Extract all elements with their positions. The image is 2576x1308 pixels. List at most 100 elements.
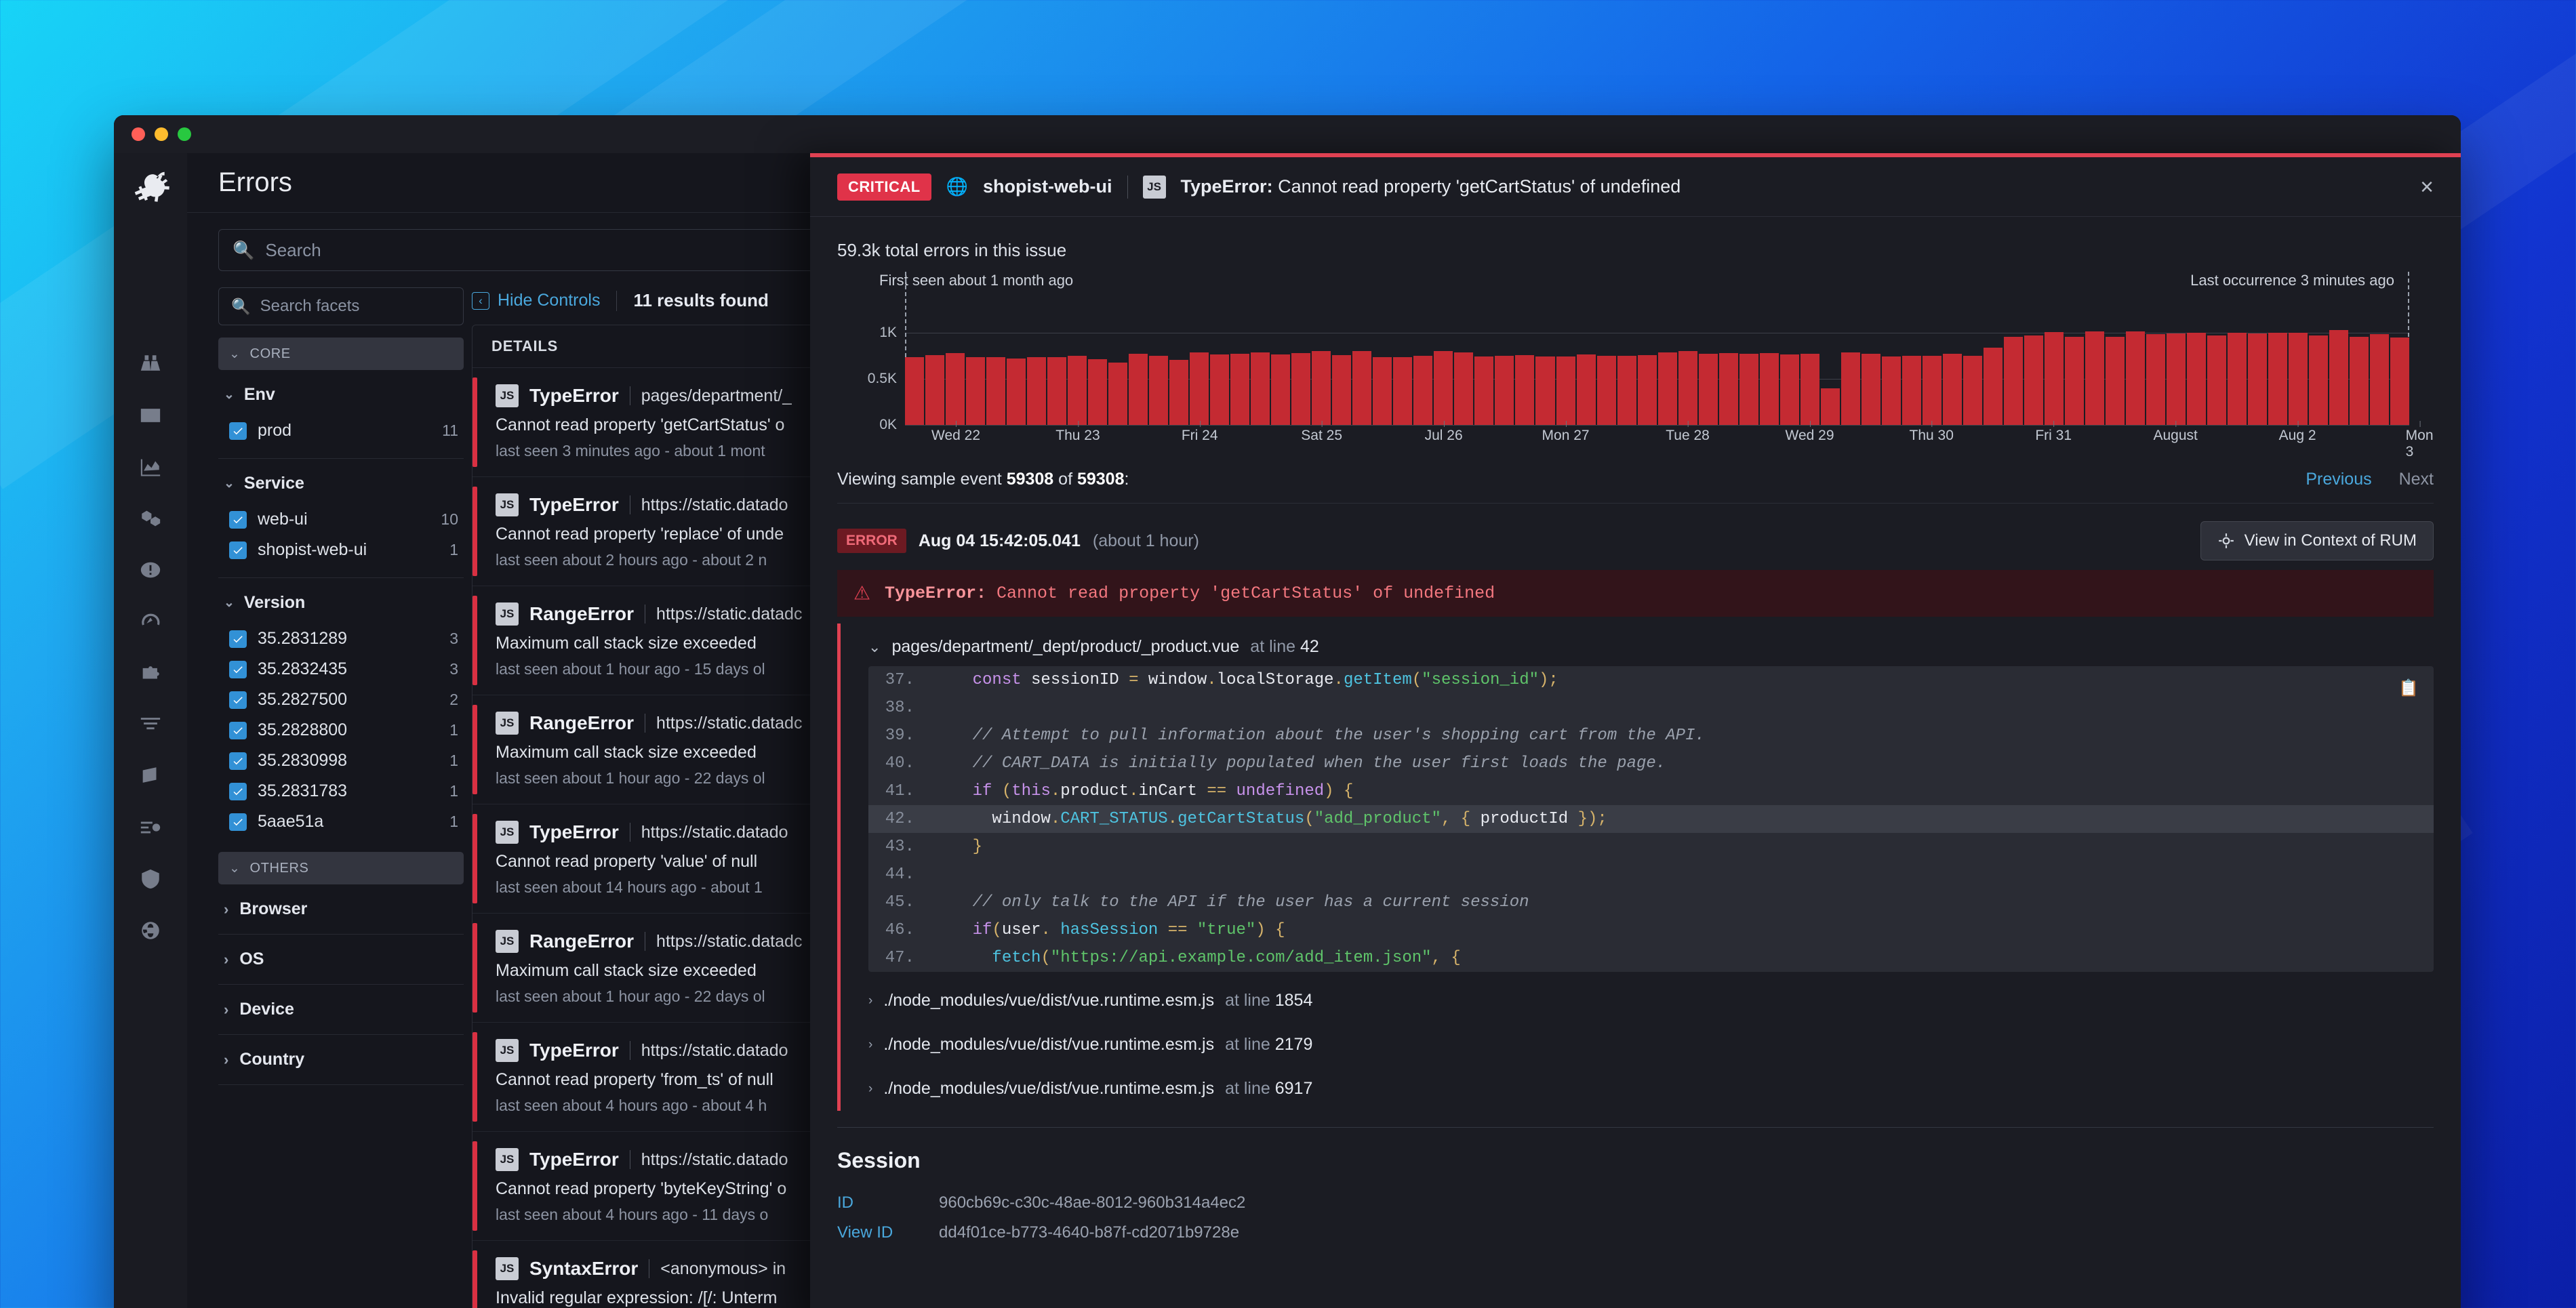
copy-icon[interactable]: 📋 xyxy=(2398,678,2419,699)
chart-bar[interactable] xyxy=(905,357,925,425)
facet-row[interactable]: web-ui 10 xyxy=(224,504,458,535)
facet-group-core[interactable]: ⌄ CORE xyxy=(218,338,464,370)
shield-icon[interactable] xyxy=(131,859,170,899)
chart-bar[interactable] xyxy=(2024,335,2043,425)
hide-controls-button[interactable]: ‹ Hide Controls xyxy=(472,291,600,310)
checkbox-icon[interactable] xyxy=(229,541,247,559)
chart-bar[interactable] xyxy=(1291,353,1311,425)
chart-bar[interactable] xyxy=(2289,333,2308,425)
list-icon[interactable] xyxy=(131,396,170,435)
chart-bar[interactable] xyxy=(1861,353,1880,425)
chart-bar[interactable] xyxy=(1779,354,1799,425)
chart-bar[interactable] xyxy=(1108,362,1128,425)
facet-title[interactable]: ⌄ Env xyxy=(224,385,458,405)
chart-bar[interactable] xyxy=(1373,356,1392,425)
session-key[interactable]: View ID xyxy=(837,1223,939,1242)
chart-bar[interactable] xyxy=(1088,359,1108,425)
chart-bar[interactable] xyxy=(1881,356,1901,425)
chart-bar[interactable] xyxy=(1576,354,1596,425)
checkbox-icon[interactable] xyxy=(229,422,247,440)
area-chart-icon[interactable] xyxy=(131,447,170,487)
chart-bar[interactable] xyxy=(1637,354,1657,425)
binoculars-icon[interactable] xyxy=(131,344,170,384)
stack-frame[interactable]: › ./node_modules/vue/dist/vue.runtime.es… xyxy=(851,1067,2434,1111)
globe-net-icon[interactable] xyxy=(131,911,170,950)
chart-bar[interactable] xyxy=(2064,336,2084,425)
chart-bar[interactable] xyxy=(1556,356,1575,425)
window-zoom-button[interactable] xyxy=(178,127,191,141)
stack-frame[interactable]: › ./node_modules/vue/dist/vue.runtime.es… xyxy=(851,979,2434,1023)
facet-row[interactable]: 35.2831289 3 xyxy=(224,624,458,654)
chart-bar[interactable] xyxy=(1332,354,1352,425)
facet-row[interactable]: shopist-web-ui 1 xyxy=(224,535,458,565)
chart-bar[interactable] xyxy=(1169,360,1189,425)
facet-group-others[interactable]: ⌄ OTHERS xyxy=(218,852,464,884)
chart-bar[interactable] xyxy=(2146,334,2165,425)
facet-row[interactable]: 35.2832435 3 xyxy=(224,654,458,684)
facet-row[interactable]: 35.2830998 1 xyxy=(224,745,458,776)
chart-bar[interactable] xyxy=(1840,352,1860,425)
facet-row[interactable]: 35.2828800 1 xyxy=(224,715,458,745)
chart-bar[interactable] xyxy=(2329,329,2349,425)
stack-frame-primary[interactable]: ⌄ pages/department/_dept/product/_produc… xyxy=(851,624,2434,666)
facet-search-input[interactable]: 🔍 Search facets xyxy=(218,287,464,325)
chart-bar[interactable] xyxy=(1718,353,1738,425)
chart-bar[interactable] xyxy=(1149,355,1169,425)
chart-bar[interactable] xyxy=(1515,354,1535,425)
chart-bar[interactable] xyxy=(2125,331,2145,425)
chart-bar[interactable] xyxy=(966,356,986,425)
window-minimize-button[interactable] xyxy=(155,127,168,141)
hexagons-icon[interactable] xyxy=(131,499,170,538)
next-link[interactable]: Next xyxy=(2399,470,2434,489)
chart-bar[interactable] xyxy=(2370,334,2390,425)
chart-bar[interactable] xyxy=(1352,350,1372,425)
chart-bar[interactable] xyxy=(2248,333,2268,425)
chart-bar[interactable] xyxy=(1393,356,1413,425)
chart-bar[interactable] xyxy=(925,354,945,425)
facet-title[interactable]: ⌄ Service xyxy=(224,474,458,493)
facet-other-os[interactable]: › OS xyxy=(218,935,464,985)
chart-bar[interactable] xyxy=(1434,351,1453,425)
checkbox-icon[interactable] xyxy=(229,721,247,739)
previous-link[interactable]: Previous xyxy=(2306,470,2371,489)
checkbox-icon[interactable] xyxy=(229,630,247,648)
chart-bar[interactable] xyxy=(2390,338,2410,425)
chart-bar[interactable] xyxy=(1007,359,1026,425)
chart-bar[interactable] xyxy=(1535,356,1555,425)
chart-bar[interactable] xyxy=(1129,353,1148,425)
chart-bar[interactable] xyxy=(1901,355,1921,425)
chart-bar[interactable] xyxy=(1759,353,1779,425)
session-key[interactable]: ID xyxy=(837,1193,939,1212)
close-icon[interactable]: × xyxy=(2420,176,2434,199)
chart-bar[interactable] xyxy=(2186,332,2206,425)
chart-bar[interactable] xyxy=(1230,353,1250,425)
checkbox-icon[interactable] xyxy=(229,813,247,831)
facet-row[interactable]: prod 11 xyxy=(224,415,458,446)
facet-row[interactable]: 5aae51a 1 xyxy=(224,806,458,837)
notebook-icon[interactable] xyxy=(131,756,170,796)
checkbox-icon[interactable] xyxy=(229,660,247,678)
chart-bar[interactable] xyxy=(1698,353,1718,425)
chart-bar[interactable] xyxy=(1027,356,1047,425)
facet-row[interactable]: 35.2827500 2 xyxy=(224,684,458,715)
trace-search-icon[interactable] xyxy=(131,808,170,847)
filter-icon[interactable] xyxy=(131,705,170,744)
chart-bar[interactable] xyxy=(2228,333,2247,425)
stack-frame[interactable]: › ./node_modules/vue/dist/vue.runtime.es… xyxy=(851,1023,2434,1067)
chart-bar[interactable] xyxy=(1312,351,1331,425)
view-in-context-of-rum-button[interactable]: View in Context of RUM xyxy=(2200,521,2434,560)
chart-bar[interactable] xyxy=(1617,356,1636,425)
chart-bar[interactable] xyxy=(1251,352,1270,425)
puzzle-icon[interactable] xyxy=(131,653,170,693)
facet-title[interactable]: ⌄ Version xyxy=(224,593,458,613)
chart-bar[interactable] xyxy=(1963,356,1982,425)
chart-bar[interactable] xyxy=(946,353,965,425)
gauge-icon[interactable] xyxy=(131,602,170,641)
chart-bar[interactable] xyxy=(1942,353,1962,425)
chart-bar[interactable] xyxy=(2268,333,2288,425)
chart-bar[interactable] xyxy=(1657,352,1677,425)
facet-other-country[interactable]: › Country xyxy=(218,1035,464,1085)
chart-bar[interactable] xyxy=(1210,354,1230,425)
chart-bar[interactable] xyxy=(1047,356,1067,425)
chart-bar[interactable] xyxy=(2350,337,2369,425)
